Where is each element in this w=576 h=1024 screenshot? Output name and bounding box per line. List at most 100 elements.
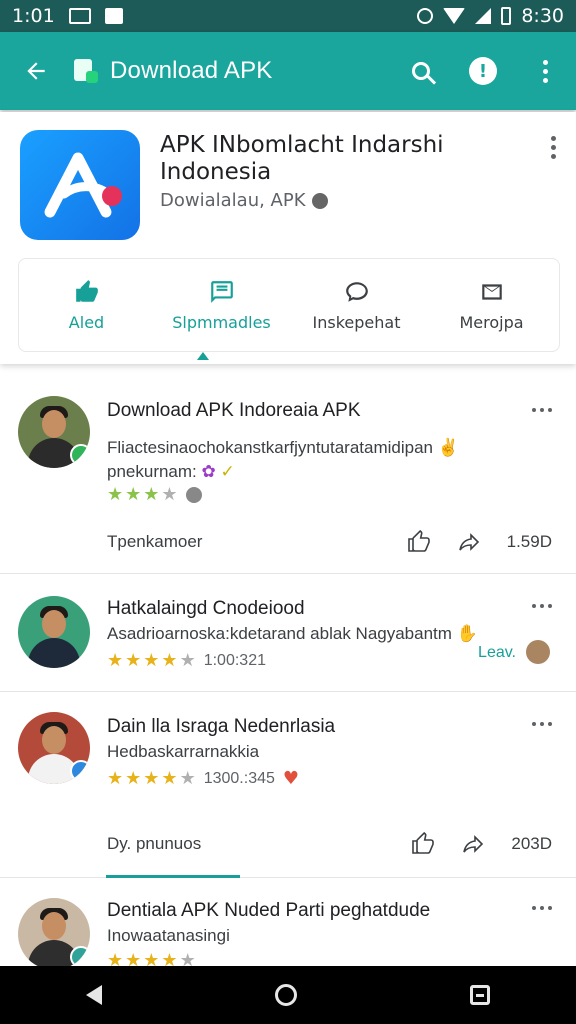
post-more-button[interactable]: [532, 604, 552, 608]
verified-badge-icon: [70, 760, 90, 782]
app-icon[interactable]: [20, 130, 140, 240]
post-body-text: Inowaatanasingi: [107, 926, 230, 945]
star-icon: ★: [161, 484, 178, 505]
mail-notification-icon: [104, 8, 123, 24]
avatar[interactable]: [18, 596, 90, 668]
post-more-button[interactable]: [532, 408, 552, 412]
info-icon: !: [469, 57, 497, 85]
post-footer-label: Dy. pnunuos: [107, 834, 202, 853]
nav-back-button[interactable]: [86, 985, 103, 1005]
more-vert-icon: [542, 59, 548, 83]
alarm-icon: [417, 8, 434, 24]
star-rating: ★ ★ ★ ★: [107, 484, 202, 505]
app-subtitle: Dowialalau, APK: [160, 190, 328, 211]
search-button[interactable]: [390, 32, 452, 110]
nav-recents-button[interactable]: [469, 985, 490, 1005]
action-message[interactable]: Slpmmadles: [154, 259, 289, 351]
like-button[interactable]: [407, 530, 431, 554]
post-body-text: Fliactesinaochokanstkarfjyntutaratamidip…: [107, 438, 434, 457]
emoji-icon: ✿: [201, 462, 216, 481]
app-logo-icon: [72, 58, 100, 84]
star-icon: ★: [107, 768, 124, 789]
share-button[interactable]: [461, 832, 485, 856]
comment-icon: [344, 279, 370, 305]
verified-badge-icon: [70, 444, 90, 466]
list-item[interactable]: Download APK Indoreaia APK Fliactesinaoc…: [0, 374, 576, 574]
avatar[interactable]: [18, 898, 90, 970]
status-bar: 1:01 8:30: [0, 0, 576, 32]
app-logo-a-icon: [44, 152, 122, 218]
post-body-text: Hedbaskarrarnakkia: [107, 742, 260, 761]
more-vert-icon: [551, 136, 556, 159]
list-item[interactable]: Dain lla Israga Nedenrlasia Hedbaskarrar…: [0, 692, 576, 878]
post-footer-label: Tpenkamoer: [107, 532, 203, 551]
post-body-text: Asadrioarnoska:kdetarand ablak Nagyabant…: [107, 624, 452, 643]
app-bar: Download APK !: [0, 32, 576, 110]
post-body: Asadrioarnoska:kdetarand ablak Nagyabant…: [107, 624, 478, 644]
star-icon: ★: [143, 650, 160, 671]
system-nav-bar: [0, 966, 576, 1024]
heart-icon: ♥: [282, 768, 300, 789]
post-title: Hatkalaingd Cnodeiood: [107, 598, 305, 619]
post-meta: 1:00:321: [203, 651, 266, 669]
status-time: 1:01: [12, 5, 55, 27]
post-more-button[interactable]: [532, 906, 552, 910]
app-subtitle-text: Dowialalau, APK: [160, 190, 306, 211]
star-icon: ★: [125, 484, 142, 505]
star-icon: ★: [143, 484, 160, 505]
post-body: Fliactesinaochokanstkarfjyntutaratamidip…: [107, 438, 459, 458]
app-name: APK INbomlacht Indarshi Indonesia: [160, 132, 444, 185]
emoji-icon: ✌: [437, 438, 459, 457]
arrow-back-icon: [27, 62, 45, 80]
post-footer: Tpenkamoer 1.59D: [107, 530, 552, 554]
like-button[interactable]: [411, 832, 435, 856]
post-more-button[interactable]: [532, 722, 552, 726]
verified-badge-icon: [70, 946, 90, 968]
star-icon: ★: [161, 768, 178, 789]
info-button[interactable]: !: [452, 32, 514, 110]
review-feed: Download APK Indoreaia APK Fliactesinaoc…: [0, 374, 576, 998]
mail-icon: [479, 279, 505, 305]
post-body: pnekurnam: ✿ ✓: [107, 462, 235, 482]
globe-icon: [185, 486, 202, 503]
action-like-label: Aled: [68, 312, 105, 332]
post-body-text: pnekurnam:: [107, 462, 197, 481]
star-icon: ★: [161, 650, 178, 671]
small-avatar: [526, 640, 550, 664]
action-comment[interactable]: Inskepehat: [289, 259, 424, 351]
post-title: Dentiala APK Nuded Parti peghatdude: [107, 900, 431, 921]
overflow-menu-button[interactable]: [514, 32, 576, 110]
post-title: Download APK Indoreaia APK: [107, 400, 361, 421]
post-title: Dain lla Israga Nedenrlasia: [107, 716, 336, 737]
action-row: Aled Slpmmadles Inskepehat Merojpa: [18, 258, 560, 352]
globe-icon: [311, 192, 328, 209]
action-mail[interactable]: Merojpa: [424, 259, 559, 351]
list-item[interactable]: Hatkalaingd Cnodeiood Asadrioarnoska:kde…: [0, 574, 576, 692]
back-button[interactable]: [0, 32, 72, 110]
emoji-icon: ✓: [220, 462, 235, 481]
app-bar-title: Download APK: [110, 57, 273, 84]
star-icon: ★: [107, 484, 124, 505]
avatar[interactable]: [18, 712, 90, 784]
star-icon: ★: [107, 650, 124, 671]
action-comment-label: Inskepehat: [312, 312, 401, 332]
avatar[interactable]: [18, 396, 90, 468]
nav-home-button[interactable]: [274, 984, 297, 1006]
post-count: 1.59D: [506, 532, 552, 551]
star-rating: ★ ★ ★ ★ ★ 1:00:321: [107, 650, 266, 671]
star-rating: ★ ★ ★ ★ ★ 1300.:345 ♥: [107, 768, 299, 789]
action-like[interactable]: Aled: [19, 259, 154, 351]
post-footer: Dy. pnunuos 203D: [107, 832, 552, 856]
share-button[interactable]: [457, 530, 481, 554]
header-more-button[interactable]: [551, 136, 556, 159]
selected-tab-pointer: [197, 352, 209, 360]
post-side-tag: Leav.: [478, 644, 516, 661]
star-icon: ★: [143, 768, 160, 789]
post-meta: 1300.:345: [203, 769, 275, 787]
image-notification-icon: [68, 8, 91, 24]
post-body: Inowaatanasingi: [107, 926, 230, 946]
post-count: 203D: [511, 834, 552, 853]
action-mail-label: Merojpa: [459, 312, 524, 332]
emoji-icon: ✋: [456, 624, 478, 643]
chat-icon: [209, 279, 235, 305]
